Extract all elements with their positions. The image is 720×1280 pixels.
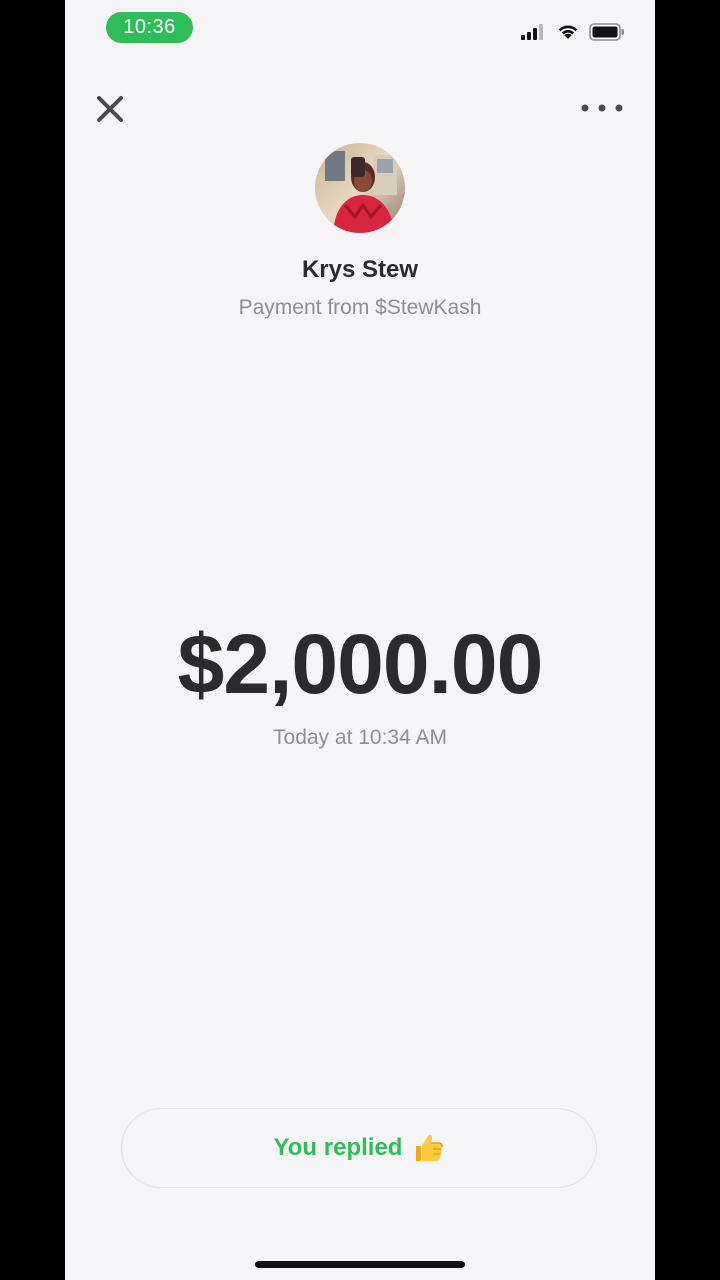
- person-name: Krys Stew: [301, 256, 419, 283]
- payment-detail-screen: 10:36 Krys Stew Payment from $StewKash $…: [65, 0, 655, 1280]
- reply-label: You replied: [273, 1134, 403, 1161]
- close-icon: [97, 96, 123, 122]
- profile-photo: [315, 143, 405, 233]
- avatar[interactable]: [315, 143, 405, 233]
- status-icons: [521, 20, 625, 44]
- more-options-button[interactable]: [579, 96, 625, 120]
- status-time: 10:36: [106, 12, 193, 43]
- payment-amount: $2,000.00: [177, 617, 544, 711]
- thumbs-up-icon: [412, 1132, 444, 1164]
- close-button[interactable]: [93, 92, 127, 126]
- wifi-icon: [557, 24, 579, 40]
- payment-subtitle: Payment from $StewKash: [238, 296, 482, 319]
- reply-button[interactable]: You replied: [121, 1108, 597, 1188]
- battery-icon: [589, 23, 625, 41]
- payment-timestamp: Today at 10:34 AM: [273, 726, 447, 749]
- home-indicator[interactable]: [255, 1261, 465, 1268]
- more-horizontal-icon: [581, 104, 623, 112]
- signal-icon: [521, 24, 547, 40]
